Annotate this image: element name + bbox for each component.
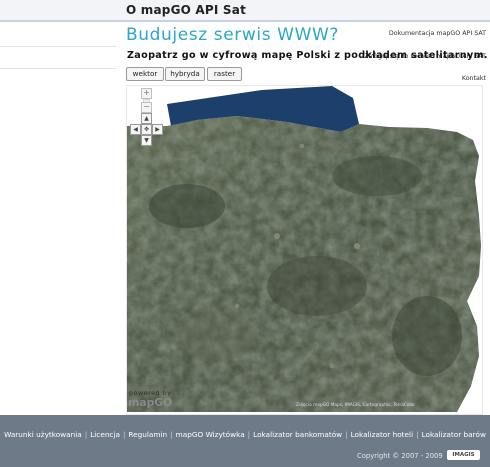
sidebar-item-documentation[interactable]: Dokumentacja mapGO API SAT: [389, 30, 486, 37]
map-imagery: [127, 86, 481, 412]
map-type-raster-button[interactable]: raster: [207, 67, 242, 81]
footer-link-license[interactable]: Licencja: [90, 430, 120, 439]
pan-right-button[interactable]: ▶: [152, 124, 163, 135]
page-title: O mapGO API Sat: [126, 3, 246, 17]
footer-link-hotel-locator[interactable]: Lokalizator hoteli: [351, 430, 413, 439]
satellite-map[interactable]: [126, 85, 483, 415]
footer-link-bar-locator[interactable]: Lokalizator barów: [422, 430, 486, 439]
sidebar-item-contact[interactable]: Kontakt: [462, 75, 486, 82]
sidebar-divider: [0, 68, 116, 69]
footer-separator: |: [247, 430, 251, 439]
footer-links: Warunki użytkowania | Licencja | Regulamin | m…: [0, 430, 490, 439]
zoom-out-button[interactable]: −: [141, 102, 152, 113]
footer-link-business-card[interactable]: mapGO Wizytówka: [176, 430, 245, 439]
imagis-badge-text: IMAGIS: [452, 452, 475, 458]
pan-down-button[interactable]: ▼: [141, 135, 152, 146]
footer-separator: |: [170, 430, 173, 439]
mapgo-logo-text: mapGO: [128, 396, 173, 409]
zoom-in-button[interactable]: +: [141, 88, 152, 99]
footer-link-atm-locator[interactable]: Lokalizator bankomatów: [253, 430, 342, 439]
imagis-badge[interactable]: IMAGIS: [447, 450, 480, 460]
mapgo-logo[interactable]: mapGO: [128, 396, 172, 409]
sidebar: [0, 22, 116, 415]
map-type-hybrid-button[interactable]: hybryda: [165, 67, 205, 81]
pan-up-button[interactable]: ▲: [141, 113, 152, 124]
map-attribution: Zdjęcia mapGO Maps, IMAGIS, Cartographic…: [296, 403, 416, 408]
footer-link-regulations[interactable]: Regulamin: [128, 430, 167, 439]
sidebar-divider: [0, 46, 116, 47]
main-subheadline: Zaopatrz go w cyfrową mapę Polski z podk…: [127, 50, 488, 61]
pan-left-button[interactable]: ◀: [130, 124, 141, 135]
footer-separator: |: [345, 430, 348, 439]
main-headline: Budujesz serwis WWW?: [126, 25, 340, 45]
footer-separator: |: [84, 430, 88, 439]
map-type-vector-button[interactable]: wektor: [126, 67, 164, 81]
footer-link-terms[interactable]: Warunki użytkowania: [4, 430, 82, 439]
pan-center-button[interactable]: ✥: [141, 124, 152, 135]
footer-separator: |: [416, 430, 419, 439]
copyright-text: Copyright © 2007 - 2009: [357, 452, 443, 460]
